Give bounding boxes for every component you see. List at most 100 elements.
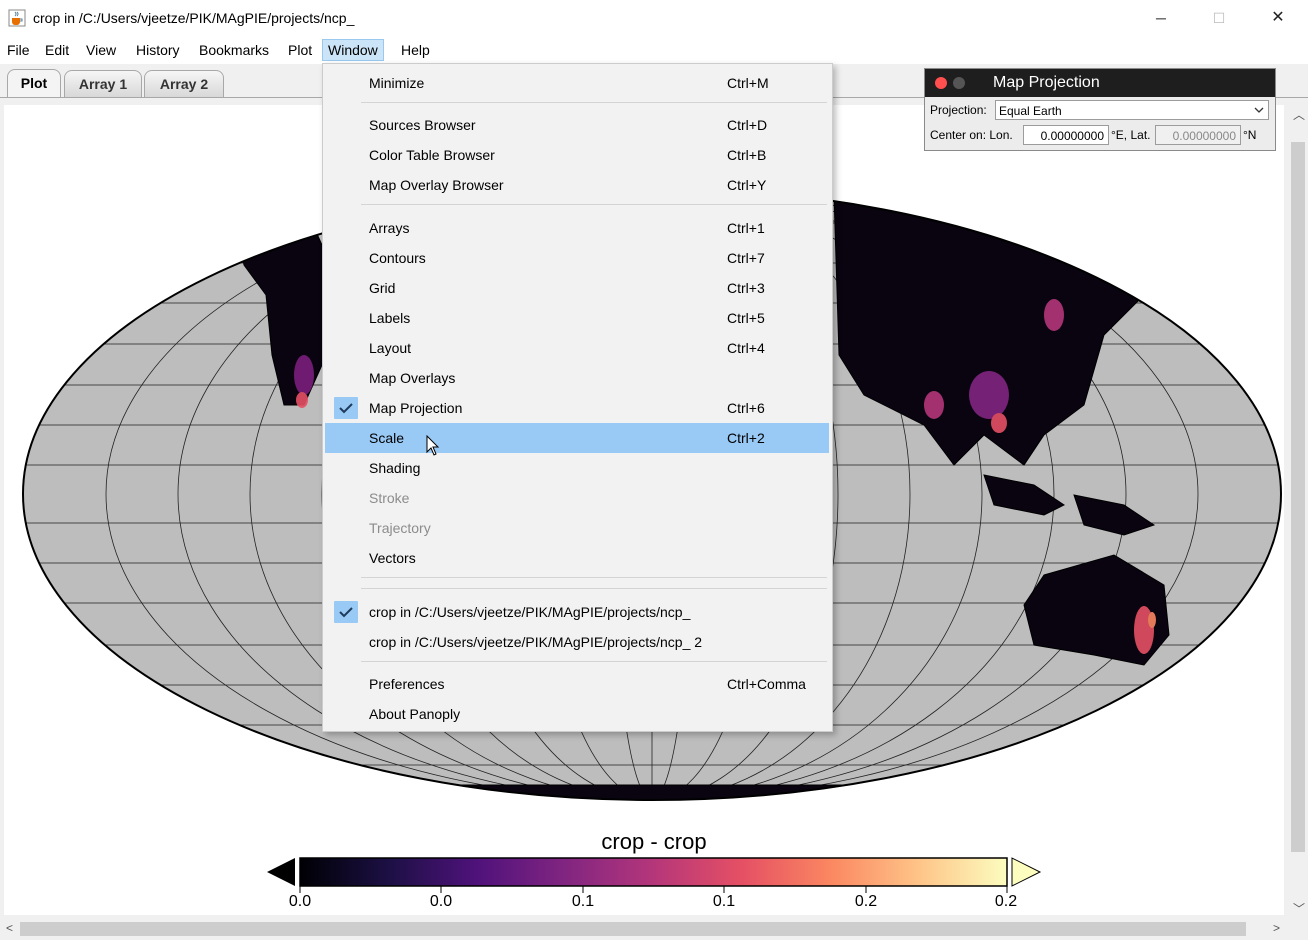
window-menu-dropdown: Minimize Ctrl+M Sources Browser Ctrl+D C… (322, 63, 833, 732)
menu-item-grid[interactable]: Grid Ctrl+3 (325, 273, 829, 303)
menu-item-label: Layout (369, 340, 412, 356)
map-projection-panel: Map Projection Projection: Equal Earth C… (924, 68, 1276, 151)
tab-array-1[interactable]: Array 1 (64, 70, 142, 97)
java-coffee-cup-icon (8, 9, 26, 27)
maximize-window-button[interactable]: ☐ (1199, 4, 1239, 32)
vertical-scroll-thumb[interactable] (1291, 142, 1305, 852)
colorbar-under-triangle (267, 858, 295, 886)
menu-item-shortcut: Ctrl+B (727, 147, 767, 163)
menu-item-shortcut: Ctrl+1 (727, 220, 765, 236)
menu-item-label: Shading (369, 460, 421, 476)
menu-item-vectors[interactable]: Vectors (325, 543, 829, 573)
colorbar-title: crop - crop (601, 829, 707, 854)
menu-window[interactable]: Window (322, 39, 384, 61)
menu-view[interactable]: View (81, 40, 121, 60)
menu-item-label: Preferences (369, 676, 445, 692)
lat-input[interactable]: 0.00000000 (1155, 125, 1241, 145)
menu-item-contours[interactable]: Contours Ctrl+7 (325, 243, 829, 273)
checkmark-icon (334, 601, 358, 623)
menu-separator (361, 102, 827, 103)
map-projection-title: Map Projection (993, 74, 1100, 91)
lat-unit-label: °N (1243, 128, 1257, 142)
menu-item-labels[interactable]: Labels Ctrl+5 (325, 303, 829, 333)
chevron-down-icon (1254, 107, 1264, 113)
menu-item-map-overlay-browser[interactable]: Map Overlay Browser Ctrl+Y (325, 170, 829, 200)
close-panel-icon[interactable] (935, 77, 947, 89)
scroll-down-icon[interactable]: ﹀ (1293, 900, 1305, 917)
menu-item-label: Scale (369, 430, 405, 446)
menu-item-label: Vectors (369, 550, 416, 566)
menu-item-map-projection[interactable]: Map Projection Ctrl+6 (325, 393, 829, 423)
checkmark-icon (334, 397, 358, 419)
menu-item-window-crop-1[interactable]: crop in /C:/Users/vjeetze/PIK/MAgPIE/pro… (325, 597, 829, 627)
title-bar: crop in /C:/Users/vjeetze/PIK/MAgPIE/pro… (0, 0, 1308, 36)
colorbar (267, 857, 1042, 893)
menu-separator (361, 204, 827, 205)
menu-file[interactable]: File (2, 40, 35, 60)
menu-item-shortcut: Ctrl+3 (727, 280, 765, 296)
mouse-pointer-icon (426, 435, 440, 456)
map-projection-title-bar[interactable]: Map Projection (925, 69, 1275, 97)
colorbar-tick-label: 0.1 (571, 893, 595, 910)
menu-item-map-overlays[interactable]: Map Overlays (325, 363, 829, 393)
menu-item-layout[interactable]: Layout Ctrl+4 (325, 333, 829, 363)
menu-item-shortcut: Ctrl+Y (727, 177, 767, 193)
menu-help[interactable]: Help (396, 40, 435, 60)
window-title: crop in /C:/Users/vjeetze/PIK/MAgPIE/pro… (33, 10, 355, 26)
lon-input[interactable]: 0.00000000 (1023, 125, 1109, 145)
menu-item-window-crop-2[interactable]: crop in /C:/Users/vjeetze/PIK/MAgPIE/pro… (325, 627, 829, 657)
menu-edit[interactable]: Edit (40, 40, 74, 60)
menu-item-minimize[interactable]: Minimize Ctrl+M (325, 68, 829, 98)
menu-item-about-panoply[interactable]: About Panoply (325, 699, 829, 729)
close-window-button[interactable]: ✕ (1258, 4, 1298, 32)
menu-item-label: Minimize (369, 75, 425, 91)
menu-item-label: Sources Browser (369, 117, 476, 133)
projection-value: Equal Earth (999, 104, 1062, 118)
menu-item-label: Contours (369, 250, 426, 266)
menu-item-shortcut: Ctrl+D (727, 117, 768, 133)
menu-item-sources-browser[interactable]: Sources Browser Ctrl+D (325, 110, 829, 140)
colorbar-over-triangle (1011, 857, 1042, 887)
menu-item-label: crop in /C:/Users/vjeetze/PIK/MAgPIE/pro… (369, 604, 691, 620)
menu-item-label: Labels (369, 310, 411, 326)
tab-array-2[interactable]: Array 2 (144, 70, 224, 97)
tab-plot[interactable]: Plot (7, 69, 61, 98)
menu-item-arrays[interactable]: Arrays Ctrl+1 (325, 213, 829, 243)
menu-item-shortcut: Ctrl+Comma (727, 676, 806, 692)
lon-unit-label: °E, Lat. (1111, 128, 1151, 142)
menu-item-label: Map Overlays (369, 370, 456, 386)
horizontal-scroll-thumb[interactable] (20, 922, 1246, 936)
horizontal-scrollbar[interactable]: < > (0, 918, 1288, 940)
menu-item-scale[interactable]: Scale Ctrl+2 (325, 423, 829, 453)
menu-item-shortcut: Ctrl+7 (727, 250, 765, 266)
menu-item-label: About Panoply (369, 706, 461, 722)
minimize-panel-icon[interactable] (953, 77, 965, 89)
menu-bar: File Edit View History Bookmarks Plot Wi… (0, 36, 1308, 64)
menu-item-color-table-browser[interactable]: Color Table Browser Ctrl+B (325, 140, 829, 170)
colorbar-tick-label: 0.0 (288, 893, 312, 910)
menu-item-stroke: Stroke (325, 483, 829, 513)
vertical-scrollbar[interactable]: ︿ ﹀ (1288, 98, 1308, 920)
projection-select[interactable]: Equal Earth (995, 100, 1269, 120)
projection-label: Projection: (930, 103, 987, 117)
scroll-left-icon[interactable]: < (6, 921, 13, 935)
menu-item-shading[interactable]: Shading (325, 453, 829, 483)
menu-item-label: Trajectory (369, 520, 431, 536)
minimize-window-button[interactable]: ─ (1141, 4, 1181, 32)
menu-item-label: Grid (369, 280, 396, 296)
menu-item-label: Arrays (369, 220, 410, 236)
menu-separator (361, 577, 827, 578)
menu-bookmarks[interactable]: Bookmarks (194, 40, 274, 60)
colorbar-tick-label: 0.1 (712, 893, 736, 910)
menu-item-shortcut: Ctrl+M (727, 75, 769, 91)
menu-separator (361, 588, 827, 589)
menu-plot[interactable]: Plot (283, 40, 317, 60)
menu-item-label: Map Overlay Browser (369, 177, 504, 193)
menu-history[interactable]: History (131, 40, 185, 60)
scroll-right-icon[interactable]: > (1273, 921, 1280, 935)
menu-item-preferences[interactable]: Preferences Ctrl+Comma (325, 669, 829, 699)
menu-item-label: Stroke (369, 490, 410, 506)
scroll-up-icon[interactable]: ︿ (1293, 106, 1305, 123)
menu-item-label: Map Projection (369, 400, 463, 416)
menu-item-label: Color Table Browser (369, 147, 495, 163)
